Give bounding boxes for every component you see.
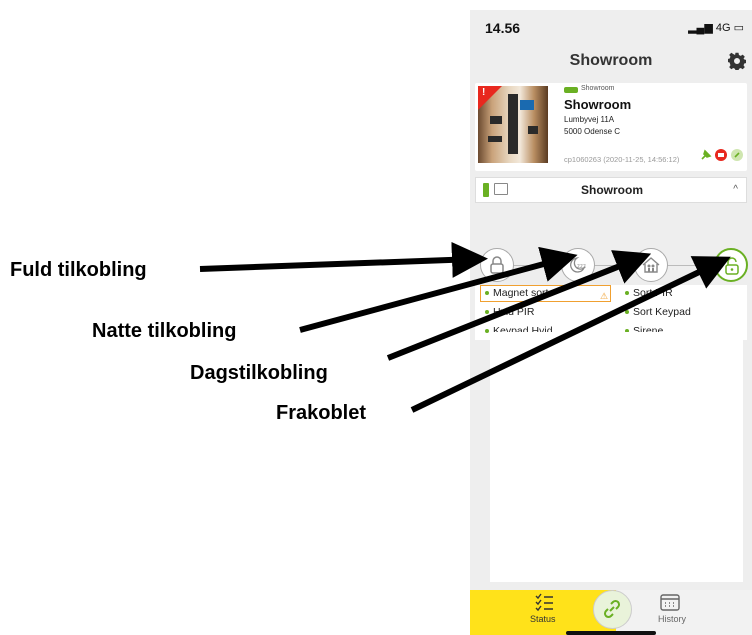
clock: 14.56 (485, 20, 521, 36)
area-panel-header[interactable]: Showroom ^ (475, 177, 747, 203)
day-arm-button[interactable] (634, 248, 668, 282)
device-item[interactable]: Sort Keypad (633, 306, 691, 318)
disarm-button[interactable] (714, 248, 748, 282)
content-area (490, 332, 743, 582)
chevron-up-icon[interactable]: ^ (733, 184, 738, 195)
battery-alert-icon (715, 149, 727, 161)
badge-label: Showroom (581, 85, 615, 92)
site-card[interactable]: ! Showroom Showroom Lumbyvej 11A 5000 Od… (475, 83, 747, 171)
warning-icon: ⚠ (600, 291, 609, 301)
signal-indicator: ▂▄▆ 4G ▭ (688, 21, 744, 34)
signal-bars-icon: ▂▄▆ (688, 22, 713, 34)
svg-text:zzz: zzz (577, 264, 586, 270)
device-item[interactable]: Magnet sort (493, 287, 548, 299)
site-address-street: Lumbyvej 11A (564, 115, 615, 124)
site-name: Showroom (564, 97, 632, 112)
padlock-closed-icon (490, 256, 504, 274)
network-type: 4G (715, 22, 731, 34)
label-disarmed: Frakoblet (276, 402, 367, 424)
checklist-icon (535, 593, 553, 612)
alert-mark: ! (482, 87, 486, 98)
padlock-open-icon (725, 257, 739, 275)
tab-status-label: Status (530, 614, 556, 624)
battery-icon: ▭ (733, 22, 744, 34)
device-item[interactable]: Sort PIR (633, 287, 673, 299)
mode-connector (510, 265, 710, 266)
app-header: Showroom (470, 46, 752, 82)
site-photo: ! (478, 86, 548, 163)
home-indicator (566, 631, 656, 635)
tab-bar: Status History (470, 590, 752, 635)
phone-screen: 14.56 ▂▄▆ 4G ▭ Showroom ! Showroom Showr… (470, 10, 752, 635)
calendar-icon (660, 594, 680, 611)
device-item[interactable]: Hvid PIR (493, 306, 534, 318)
plug-icon (701, 149, 712, 160)
area-title: Showroom (581, 183, 643, 197)
link-status-icon (731, 149, 743, 161)
tab-history-label: History (658, 614, 687, 624)
night-arm-button[interactable]: zzz (561, 248, 595, 282)
site-address-city: 5000 Odense C (564, 127, 621, 136)
label-day-arm: Dagstilkobling (190, 362, 328, 384)
gear-icon[interactable] (728, 52, 746, 70)
tab-history[interactable] (616, 590, 752, 635)
label-night-arm: Natte tilkobling (92, 320, 237, 342)
status-bar: 14.56 ▂▄▆ 4G ▭ (470, 10, 752, 46)
home-people-icon (642, 257, 660, 273)
page-title: Showroom (569, 52, 653, 69)
full-arm-button[interactable] (480, 248, 514, 282)
moon-zzz-icon: zzz (570, 257, 586, 273)
label-full-arm: Fuld tilkobling (10, 259, 147, 281)
status-badge (564, 87, 578, 93)
arrow-full (199, 241, 488, 278)
panel-id-timestamp: cp1060263 (2020-11-25, 14:56:12) (564, 155, 680, 164)
